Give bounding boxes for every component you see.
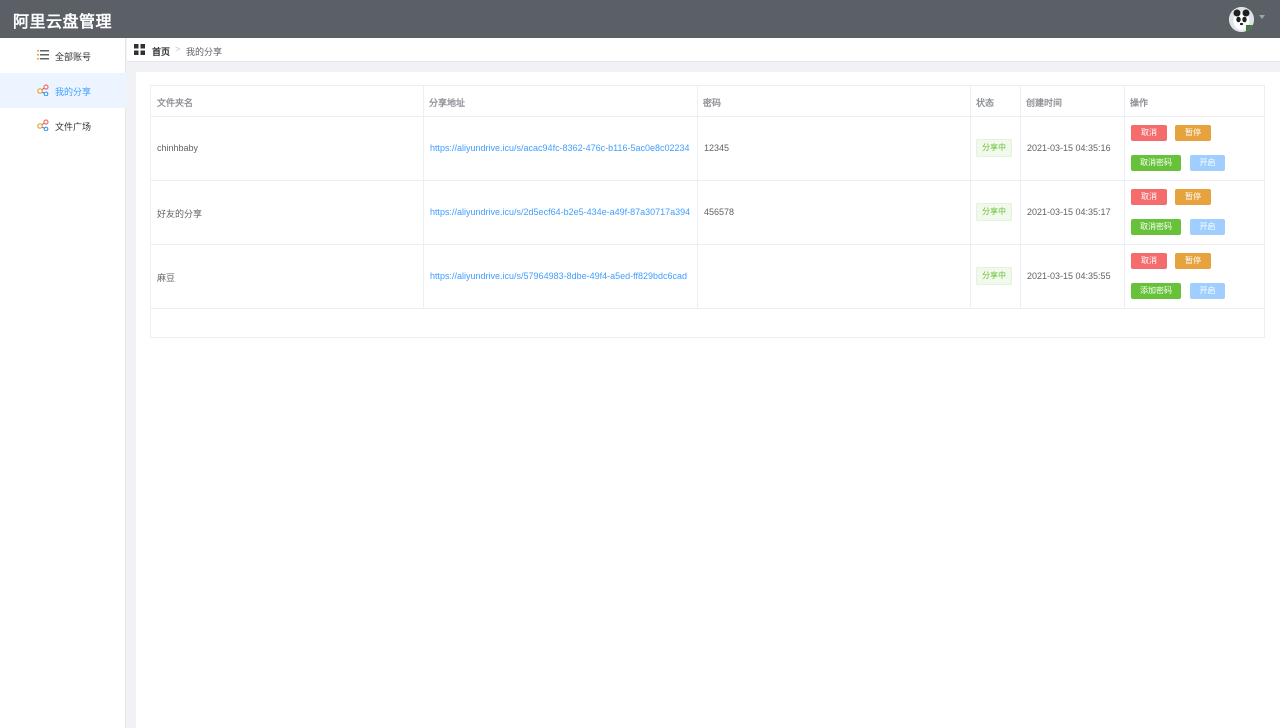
sidebar-item-label: 文件广场 — [55, 122, 92, 132]
password-value: 456578 — [704, 207, 735, 217]
list-icon — [37, 50, 49, 60]
folder-name: 麻豆 — [157, 273, 176, 283]
sidebar-item-my-shares[interactable]: 我的分享 — [0, 73, 126, 108]
app-title: 阿里云盘管理 — [13, 14, 113, 31]
folder-name: 好友的分享 — [157, 209, 203, 219]
pause-share-button[interactable]: 暂停 — [1175, 125, 1211, 141]
status-badge: 分享中 — [976, 267, 1012, 285]
sidebar-item-accounts[interactable]: 全部账号 — [0, 38, 126, 73]
created-time: 2021-03-15 04:35:17 — [1027, 207, 1111, 217]
sidebar-item-file-plaza[interactable]: 文件广场 — [0, 108, 126, 143]
share-url-link[interactable]: https://aliyundrive.icu/s/2d5ecf64-b2e5-… — [430, 207, 690, 217]
breadcrumb-home-link[interactable]: 首页 — [152, 45, 170, 58]
pause-share-button[interactable]: 暂停 — [1175, 253, 1211, 269]
pause-share-button[interactable]: 暂停 — [1175, 189, 1211, 205]
remove-password-button[interactable]: 取消密码 — [1131, 219, 1181, 235]
avatar[interactable] — [1229, 7, 1254, 32]
enable-share-button[interactable]: 开启 — [1190, 283, 1225, 299]
column-header-status: 状态 — [976, 98, 995, 108]
share-url-link[interactable]: https://aliyundrive.icu/s/acac94fc-8362-… — [430, 143, 690, 153]
password-value: 12345 — [704, 143, 730, 153]
column-header-share-url: 分享地址 — [429, 98, 466, 108]
created-time: 2021-03-15 04:35:16 — [1027, 143, 1111, 153]
breadcrumb-current: 我的分享 — [186, 47, 223, 57]
share-icon — [37, 84, 49, 96]
grid-icon[interactable] — [134, 44, 145, 55]
main-content: 文件夹名 分享地址 密码 状态 创建时间 操作 chinhbaby https:… — [136, 72, 1280, 728]
enable-share-button[interactable]: 开启 — [1190, 155, 1225, 171]
table-row: 麻豆 https://aliyundrive.icu/s/57964983-8d… — [151, 245, 1264, 309]
sidebar: 全部账号 我的分享 文件广场 — [0, 38, 126, 728]
table-row: chinhbaby https://aliyundrive.icu/s/acac… — [151, 117, 1264, 181]
cancel-share-button[interactable]: 取消 — [1131, 253, 1167, 269]
column-header-created: 创建时间 — [1026, 98, 1063, 108]
column-header-actions: 操作 — [1130, 98, 1149, 108]
remove-password-button[interactable]: 取消密码 — [1131, 155, 1181, 171]
chevron-down-icon[interactable] — [1259, 15, 1265, 19]
column-header-password: 密码 — [703, 98, 722, 108]
breadcrumb: 首页 > 我的分享 — [127, 38, 1280, 62]
cancel-share-button[interactable]: 取消 — [1131, 189, 1167, 205]
share-icon — [37, 119, 49, 131]
cancel-share-button[interactable]: 取消 — [1131, 125, 1167, 141]
enable-share-button[interactable]: 开启 — [1190, 219, 1225, 235]
created-time: 2021-03-15 04:35:55 — [1027, 271, 1111, 281]
sidebar-item-label: 全部账号 — [55, 52, 92, 62]
column-header-folder-name: 文件夹名 — [157, 98, 194, 108]
folder-name: chinhbaby — [157, 143, 199, 153]
add-password-button[interactable]: 添加密码 — [1131, 283, 1181, 299]
status-badge: 分享中 — [976, 203, 1012, 221]
status-badge: 分享中 — [976, 139, 1012, 157]
breadcrumb-separator: > — [175, 44, 181, 54]
share-url-link[interactable]: https://aliyundrive.icu/s/57964983-8dbe-… — [430, 271, 687, 281]
table-row: 好友的分享 https://aliyundrive.icu/s/2d5ecf64… — [151, 181, 1264, 245]
sidebar-item-label: 我的分享 — [55, 87, 92, 97]
top-header: 阿里云盘管理 — [0, 0, 1280, 38]
shares-table: 文件夹名 分享地址 密码 状态 创建时间 操作 chinhbaby https:… — [150, 85, 1265, 338]
